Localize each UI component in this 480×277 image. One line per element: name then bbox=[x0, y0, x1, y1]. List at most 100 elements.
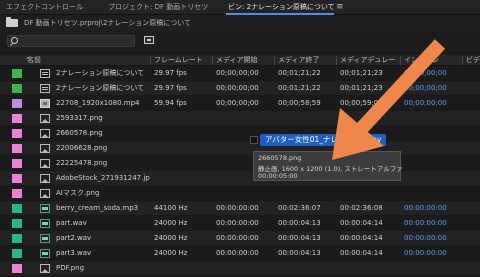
bin-item-list: 2ナレーション原稿について 29.97 fps 00;00;00;00 00;01;2… bbox=[0, 66, 480, 277]
label-color-swatch[interactable] bbox=[12, 114, 22, 123]
cell-media-duration: 00:02:36:08 bbox=[340, 204, 383, 212]
bin-path: DF 動画トリセツ.prproj\2ナレーション原稿について bbox=[24, 19, 192, 27]
tab-effect-controls[interactable]: エフェクトコントロール bbox=[6, 0, 83, 15]
table-row[interactable]: 2ナレーション原稿について 29.97 fps 00;00;00;00 00;01;2… bbox=[0, 66, 480, 81]
cell-in-point[interactable]: 00;00;00;00 bbox=[404, 66, 462, 81]
image-icon bbox=[40, 189, 50, 198]
table-row[interactable]: 22006628.png bbox=[0, 141, 480, 156]
table-row[interactable]: 2660578.png bbox=[0, 126, 480, 141]
cell-media-end: 00:02:36:07 bbox=[278, 204, 321, 212]
cell-in-point[interactable]: 00:00:00:00 bbox=[404, 246, 462, 261]
cell-media-end: 00:00:04:13 bbox=[278, 234, 321, 242]
table-row[interactable]: berry_cream_soda.mp3 44100 Hz 00:00:00:00 0… bbox=[0, 201, 480, 216]
image-icon bbox=[40, 174, 50, 183]
cell-name[interactable]: part2.wav bbox=[56, 231, 150, 246]
cell-media-end: 00:00:04:13 bbox=[278, 249, 321, 257]
label-color-swatch[interactable] bbox=[12, 174, 22, 183]
cell-media-end bbox=[278, 111, 336, 126]
cell-name[interactable]: 22006628.png bbox=[56, 141, 150, 156]
cell-name[interactable]: 2593317.png bbox=[56, 111, 150, 126]
cell-media-end: 00;00;58;59 bbox=[278, 99, 321, 107]
label-color-swatch[interactable] bbox=[12, 144, 22, 153]
cell-media-start bbox=[216, 186, 274, 201]
cell-in-point[interactable]: 00;00;00;00 bbox=[404, 81, 462, 96]
table-row[interactable]: AIマスク.png bbox=[0, 186, 480, 201]
cell-media-start: 00:00:00:00 bbox=[216, 234, 259, 242]
table-row[interactable]: part3.wav 24000 Hz 00:00:00:00 00:00:04:13 0… bbox=[0, 246, 480, 261]
label-color-swatch[interactable] bbox=[12, 234, 22, 243]
cell-in-point[interactable] bbox=[404, 186, 462, 201]
label-color-swatch[interactable] bbox=[12, 159, 22, 168]
cell-in-point[interactable] bbox=[404, 171, 462, 186]
cell-name[interactable]: berry_cream_soda.mp3 bbox=[56, 201, 150, 216]
cell-media-start: 00;00;00;00 bbox=[216, 69, 259, 77]
cell-media-end: 00:00:04:13 bbox=[278, 219, 321, 227]
table-row[interactable]: part2.wav 24000 Hz 00:00:00:00 00:00:04:13 0… bbox=[0, 231, 480, 246]
cell-media-duration: 00:00:04:14 bbox=[340, 249, 383, 257]
table-row[interactable]: PDF.png bbox=[0, 261, 480, 276]
tooltip-filename: 2660578.png bbox=[258, 154, 302, 162]
table-row[interactable]: 2ナレーション原稿について 29.97 fps 00;00;00;00 00;01;2… bbox=[0, 81, 480, 96]
cell-media-start: 00;00;00;00 bbox=[216, 84, 259, 92]
cell-frame-rate bbox=[154, 261, 212, 276]
tab-project[interactable]: プロジェクト: DF 動画トリセツ bbox=[108, 0, 208, 15]
cell-in-point[interactable] bbox=[404, 111, 462, 126]
cell-name[interactable]: 2ナレーション原稿について bbox=[56, 66, 150, 81]
label-color-swatch[interactable] bbox=[12, 99, 22, 108]
cell-frame-rate: 29.97 fps bbox=[154, 84, 187, 92]
label-color-swatch[interactable] bbox=[12, 129, 22, 138]
label-color-swatch[interactable] bbox=[12, 84, 22, 93]
drag-preview-label: アバター女性01_ナレ女性01.mov bbox=[260, 134, 387, 146]
cell-in-point[interactable] bbox=[404, 156, 462, 171]
label-color-swatch[interactable] bbox=[12, 264, 22, 273]
column-header: ⌃ 名前 フレームレート メディア開始 メディア終了 メディアデュレー インポイ… bbox=[0, 53, 480, 66]
cell-name[interactable]: PDF.png bbox=[56, 261, 150, 276]
cell-name[interactable]: 22708_1920x1080.mp4 bbox=[56, 96, 150, 111]
audio-icon bbox=[40, 234, 50, 243]
cell-in-point[interactable] bbox=[404, 141, 462, 156]
cell-in-point[interactable] bbox=[404, 261, 462, 276]
cell-name[interactable]: part3.wav bbox=[56, 246, 150, 261]
table-row[interactable]: 22708_1920x1080.mp4 59.94 fps 00;00;00;00 0… bbox=[0, 96, 480, 111]
cell-media-duration: 00:00:04:14 bbox=[340, 234, 383, 242]
label-color-swatch[interactable] bbox=[12, 204, 22, 213]
cell-in-point[interactable] bbox=[404, 126, 462, 141]
label-color-swatch[interactable] bbox=[12, 249, 22, 258]
cell-name[interactable]: 2660578.png bbox=[56, 126, 150, 141]
video-clip-icon bbox=[40, 99, 50, 108]
table-row[interactable]: 22225478.png bbox=[0, 156, 480, 171]
cell-frame-rate bbox=[154, 126, 212, 141]
cell-media-end: 00;01;21;22 bbox=[278, 69, 321, 77]
cell-media-start bbox=[216, 261, 274, 276]
clip-info-tooltip: 2660578.png 静止画, 1600 x 1200 (1.0), ストレー… bbox=[253, 151, 403, 181]
image-icon bbox=[40, 159, 50, 168]
cell-name[interactable]: 2ナレーション原稿について bbox=[56, 81, 150, 96]
cell-media-start: 00;00;00;00 bbox=[216, 99, 259, 107]
audio-icon bbox=[40, 204, 50, 213]
cell-media-end: 00;01;21;22 bbox=[278, 84, 321, 92]
folder-icon[interactable] bbox=[6, 17, 18, 27]
table-row[interactable]: part.wav 24000 Hz 00:00:00:00 00:00:04:13 00… bbox=[0, 216, 480, 231]
table-row[interactable]: 2593317.png bbox=[0, 111, 480, 126]
label-color-swatch[interactable] bbox=[12, 219, 22, 228]
new-bin-icon[interactable] bbox=[144, 36, 154, 44]
cell-name[interactable]: part.wav bbox=[56, 216, 150, 231]
cell-name[interactable]: AIマスク.png bbox=[56, 186, 150, 201]
cell-name[interactable]: 22225478.png bbox=[56, 156, 150, 171]
search-input[interactable] bbox=[7, 35, 135, 47]
panel-menu-icon[interactable]: ≡ bbox=[336, 0, 344, 15]
cell-frame-rate bbox=[154, 171, 212, 186]
cell-frame-rate bbox=[154, 111, 212, 126]
cell-media-start: 00:00:00:00 bbox=[216, 204, 259, 212]
label-color-swatch[interactable] bbox=[12, 189, 22, 198]
cell-in-point[interactable]: 00:00:00:00 bbox=[404, 201, 462, 216]
image-icon bbox=[40, 129, 50, 138]
cell-in-point[interactable]: 00;00;00;00 bbox=[404, 96, 462, 111]
cell-in-point[interactable]: 00:00:00:00 bbox=[404, 231, 462, 246]
cell-name[interactable]: AdobeStock_271931247.jpeg bbox=[56, 171, 150, 186]
table-row[interactable]: AdobeStock_271931247.jpeg bbox=[0, 171, 480, 186]
label-color-swatch[interactable] bbox=[12, 69, 22, 78]
cell-in-point[interactable]: 00:00:00:00 bbox=[404, 216, 462, 231]
cell-media-start bbox=[216, 111, 274, 126]
cell-media-duration: 00;00;59;00 bbox=[340, 99, 383, 107]
